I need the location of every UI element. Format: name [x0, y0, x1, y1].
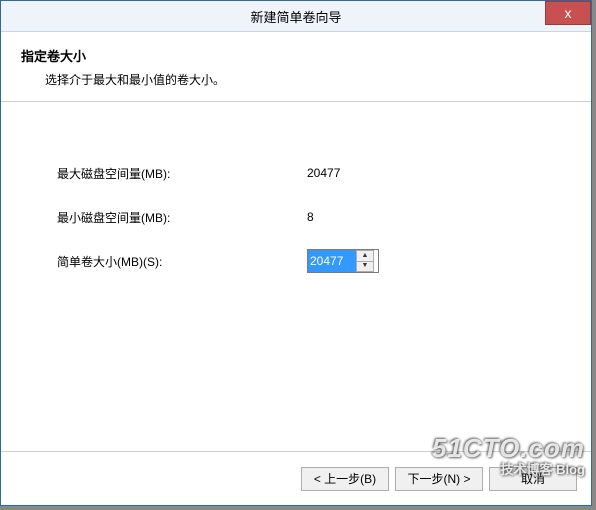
min-space-row: 最小磁盘空间量(MB): 8: [57, 206, 561, 228]
wizard-window: 新建简单卷向导 x 指定卷大小 选择介于最大和最小值的卷大小。 最大磁盘空间量(…: [0, 0, 592, 506]
wizard-body: 最大磁盘空间量(MB): 20477 最小磁盘空间量(MB): 8 简单卷大小(…: [1, 102, 591, 272]
close-button[interactable]: x: [545, 1, 591, 25]
wizard-footer: < 上一步(B) 下一步(N) > 取消: [1, 451, 591, 505]
min-space-value: 8: [307, 210, 314, 224]
max-space-label: 最大磁盘空间量(MB):: [57, 165, 307, 182]
close-icon: x: [565, 5, 572, 21]
chevron-up-icon: ▲: [362, 252, 369, 260]
spin-down-button[interactable]: ▼: [356, 261, 374, 273]
simple-size-spinner: ▲ ▼: [307, 249, 379, 273]
simple-size-row: 简单卷大小(MB)(S): ▲ ▼: [57, 250, 561, 272]
page-description: 选择介于最大和最小值的卷大小。: [45, 71, 571, 88]
spinner-buttons: ▲ ▼: [356, 250, 374, 272]
max-space-value: 20477: [307, 166, 340, 180]
min-space-label: 最小磁盘空间量(MB):: [57, 209, 307, 226]
window-title: 新建简单卷向导: [250, 7, 341, 26]
next-button[interactable]: 下一步(N) >: [395, 467, 483, 491]
back-button[interactable]: < 上一步(B): [301, 467, 389, 491]
simple-size-input[interactable]: [308, 250, 356, 272]
simple-size-label: 简单卷大小(MB)(S):: [57, 253, 307, 270]
wizard-header: 指定卷大小 选择介于最大和最小值的卷大小。: [1, 32, 591, 102]
max-space-row: 最大磁盘空间量(MB): 20477: [57, 162, 561, 184]
back-button-label: < 上一步(B): [314, 470, 376, 487]
titlebar: 新建简单卷向导 x: [1, 1, 591, 32]
page-title: 指定卷大小: [21, 46, 571, 65]
spin-up-button[interactable]: ▲: [356, 250, 374, 261]
next-button-label: 下一步(N) >: [407, 470, 470, 487]
cancel-button[interactable]: 取消: [489, 467, 577, 491]
cancel-button-label: 取消: [521, 470, 545, 487]
chevron-down-icon: ▼: [362, 262, 369, 270]
